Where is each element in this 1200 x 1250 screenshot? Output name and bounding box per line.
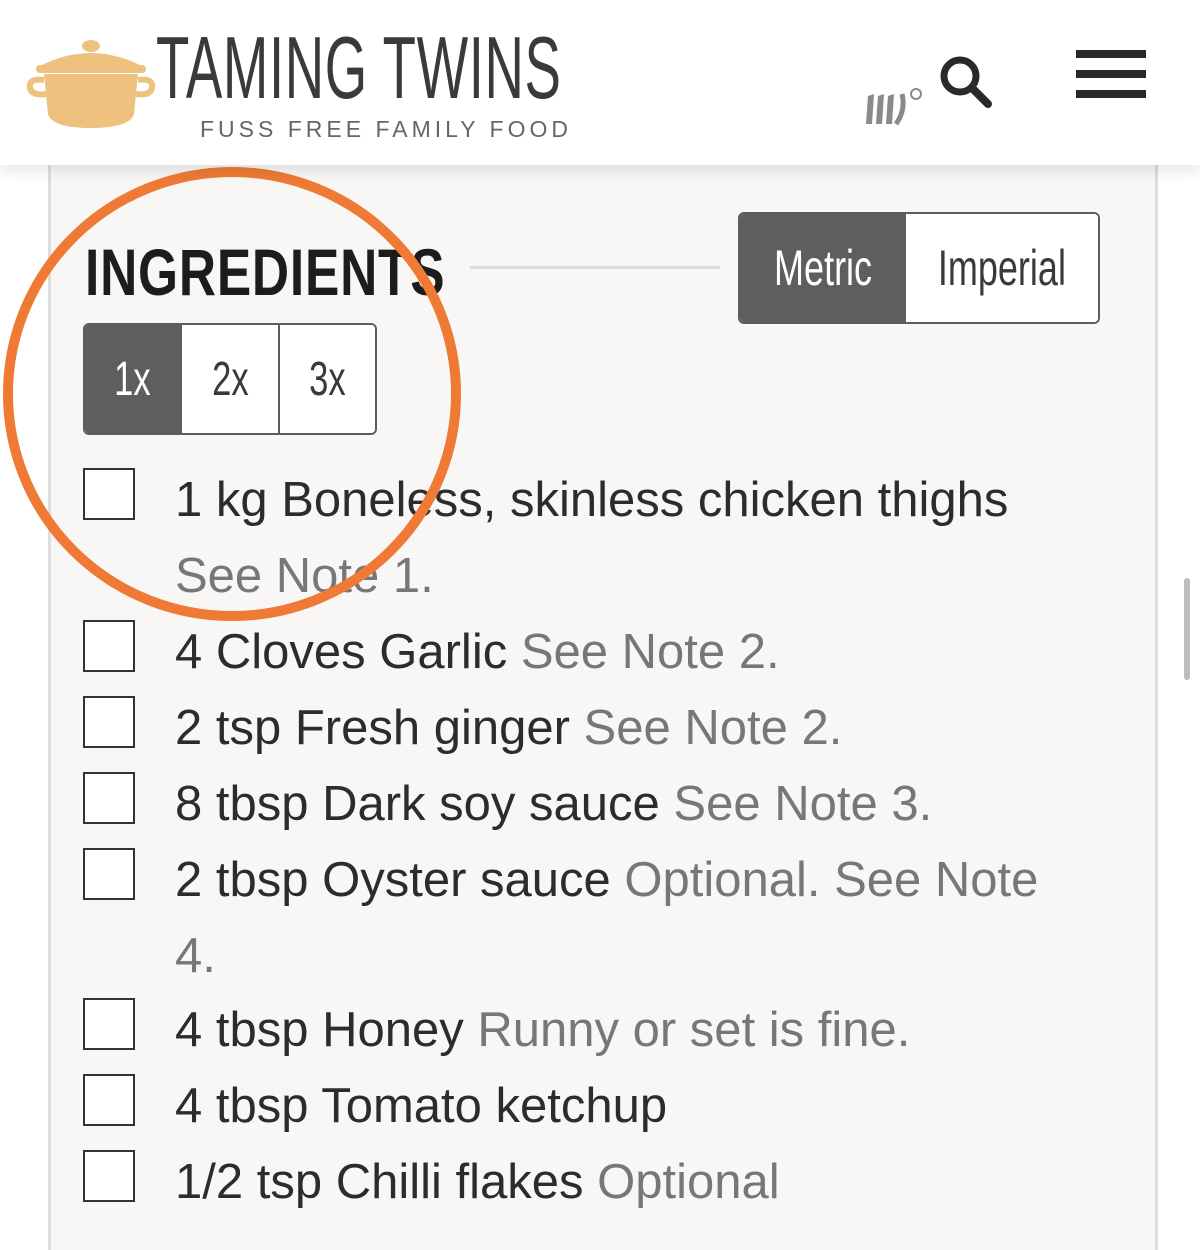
ingredient-text: 8 tbsp Dark soy sauce See Note 3. xyxy=(175,766,1075,842)
ingredient-text: 4 tbsp Tomato ketchup xyxy=(175,1068,1075,1144)
ingredient-checkbox[interactable] xyxy=(83,696,135,748)
site-header: TAMING TWINS FUSS FREE FAMILY FOOD xyxy=(0,0,1200,165)
scrollbar[interactable] xyxy=(1184,578,1190,680)
ingredient-text: 2 tsp Fresh ginger See Note 2. xyxy=(175,690,1075,766)
ingredient-note: See Note 2. xyxy=(583,701,843,755)
ingredient-name: 4 tbsp Honey xyxy=(175,1003,464,1057)
ingredient-note: Optional xyxy=(597,1155,780,1209)
ingredient-text: 1/2 tsp Chilli flakes Optional xyxy=(175,1144,1075,1220)
ingredient-note: Runny or set is fine. xyxy=(477,1003,911,1057)
ingredient-text: 4 tbsp Honey Runny or set is fine. xyxy=(175,992,1075,1068)
ingredient-checkbox[interactable] xyxy=(83,848,135,900)
ingredient-checkbox[interactable] xyxy=(83,1150,135,1202)
metric-label: Metric xyxy=(773,240,872,296)
hamburger-menu-icon[interactable] xyxy=(1076,50,1146,100)
serving-scale-toggle: 1x 2x 3x xyxy=(83,323,377,435)
site-tagline: FUSS FREE FAMILY FOOD xyxy=(200,116,572,142)
ingredient-checkbox[interactable] xyxy=(83,468,135,520)
heading-divider xyxy=(470,266,720,269)
unit-toggle: Metric Imperial xyxy=(738,212,1100,324)
scale-1x-button[interactable]: 1x xyxy=(85,325,181,433)
scale-3x-label: 3x xyxy=(309,352,346,406)
ingredient-note: See Note 3. xyxy=(673,777,933,831)
ingredient-note: See Note 1. xyxy=(175,549,434,603)
ingredient-text: 4 Cloves Garlic See Note 2. xyxy=(175,614,1075,690)
ingredient-checkbox[interactable] xyxy=(83,1074,135,1126)
scale-2x-button[interactable]: 2x xyxy=(180,325,278,433)
ingredient-name: 2 tbsp Oyster sauce xyxy=(175,853,611,907)
imperial-button[interactable]: Imperial xyxy=(906,214,1098,322)
ingredient-checkbox[interactable] xyxy=(83,772,135,824)
scale-1x-label: 1x xyxy=(114,352,151,406)
pot-logo-icon[interactable] xyxy=(26,32,156,132)
ingredient-checkbox[interactable] xyxy=(83,620,135,672)
mediavine-icon[interactable] xyxy=(862,84,926,128)
ingredient-note: See Note 2. xyxy=(520,625,780,679)
metric-button[interactable]: Metric xyxy=(740,214,906,322)
imperial-label: Imperial xyxy=(937,240,1067,296)
ingredient-checkbox[interactable] xyxy=(83,998,135,1050)
ingredient-name: 2 tsp Fresh ginger xyxy=(175,701,570,755)
ingredient-text: 1 kg Boneless, skinless chicken thighs S… xyxy=(175,462,1075,614)
ingredient-name: 1 kg Boneless, skinless chicken thighs xyxy=(175,473,1009,527)
ingredient-text: 2 tbsp Oyster sauce Optional. See Note 4… xyxy=(175,842,1075,994)
search-icon[interactable] xyxy=(936,52,994,110)
ingredients-heading: INGREDIENTS xyxy=(85,235,446,309)
ingredient-name: 4 tbsp Tomato ketchup xyxy=(175,1079,668,1133)
ingredient-name: 8 tbsp Dark soy sauce xyxy=(175,777,660,831)
scale-3x-button[interactable]: 3x xyxy=(277,325,375,433)
scale-2x-label: 2x xyxy=(211,352,249,406)
site-title[interactable]: TAMING TWINS xyxy=(156,18,562,118)
ingredient-name: 4 Cloves Garlic xyxy=(175,625,508,679)
ingredient-name: 1/2 tsp Chilli flakes xyxy=(175,1155,584,1209)
